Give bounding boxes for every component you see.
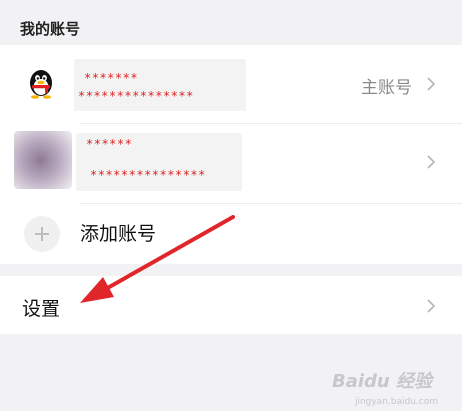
watermark-url: jingyan.baidu.com	[354, 397, 438, 407]
watermark-logo: Baidu 经验	[331, 371, 432, 392]
annotation-arrow-icon	[80, 215, 235, 303]
